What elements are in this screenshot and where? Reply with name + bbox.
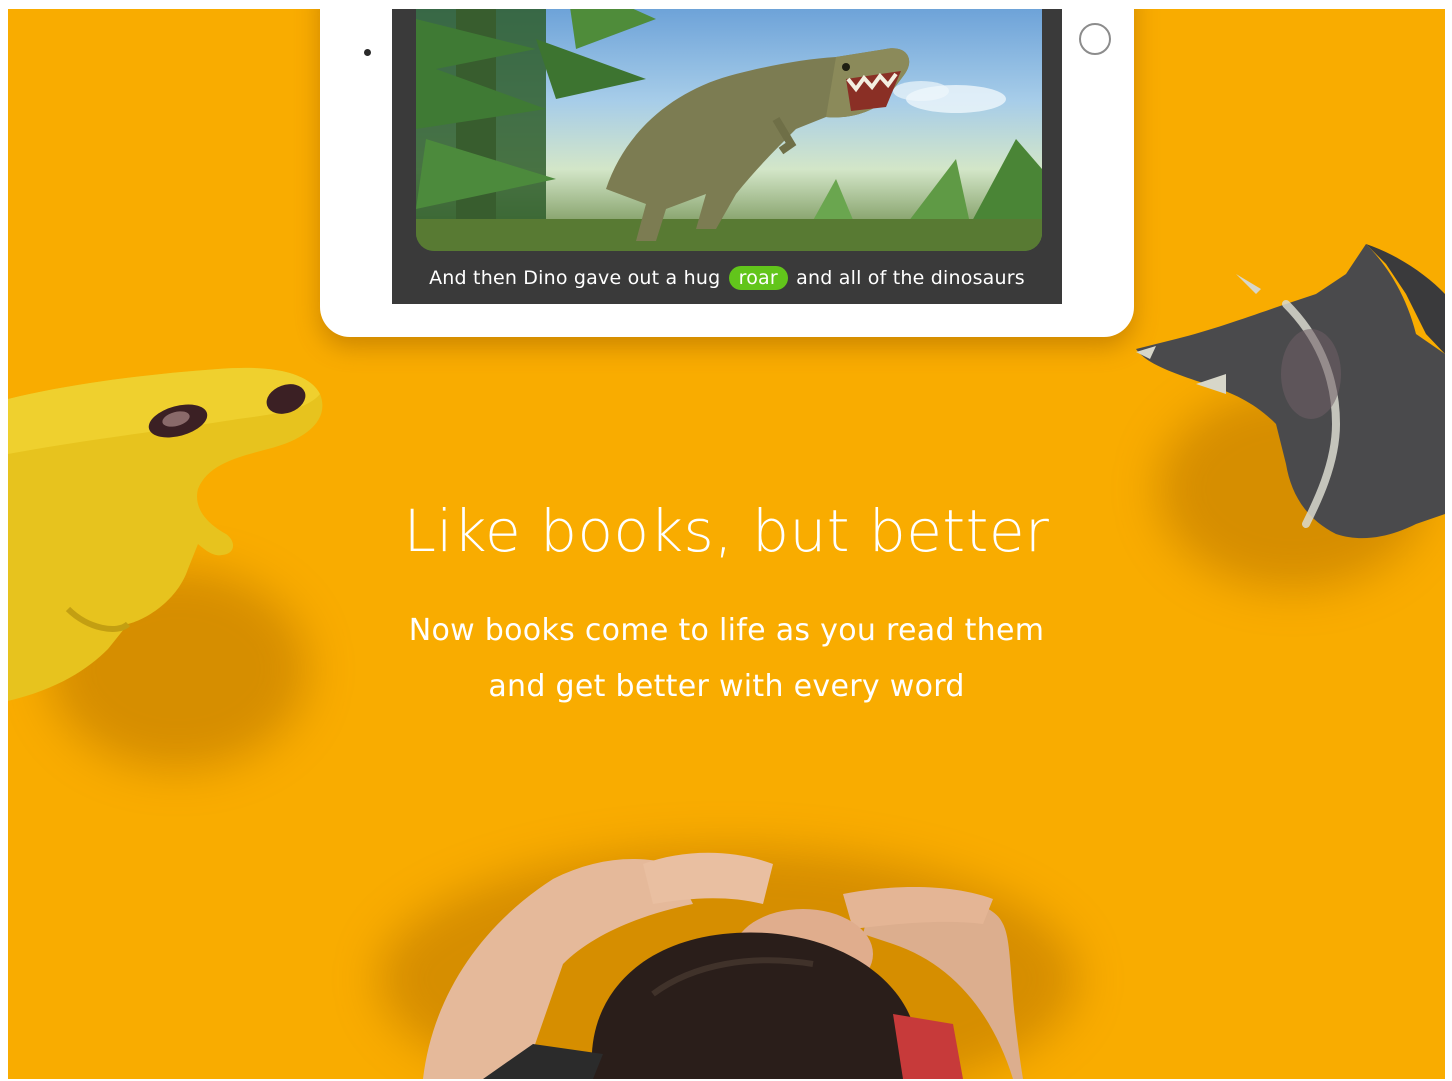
tablet-device: And then Dino gave out a hug roar and al…	[320, 9, 1134, 337]
tablet-screen: And then Dino gave out a hug roar and al…	[392, 9, 1062, 304]
caption-text-after: and all of the dinosaurs	[796, 267, 1025, 289]
subtitle-line-2: and get better with every word	[488, 669, 965, 704]
home-button-icon[interactable]	[1079, 23, 1111, 55]
subtitle-line-1: Now books come to life as you read them	[408, 613, 1045, 648]
caption-text-before: And then Dino gave out a hug	[429, 267, 721, 289]
camera-icon	[364, 49, 371, 56]
page-title: Like books, but better	[403, 497, 1050, 565]
child-reading-image	[423, 852, 1023, 1079]
caption-highlighted-word[interactable]: roar	[728, 266, 788, 290]
story-caption: And then Dino gave out a hug roar and al…	[392, 263, 1062, 293]
story-illustration	[416, 9, 1042, 251]
hero-banner: And then Dino gave out a hug roar and al…	[8, 9, 1445, 1079]
